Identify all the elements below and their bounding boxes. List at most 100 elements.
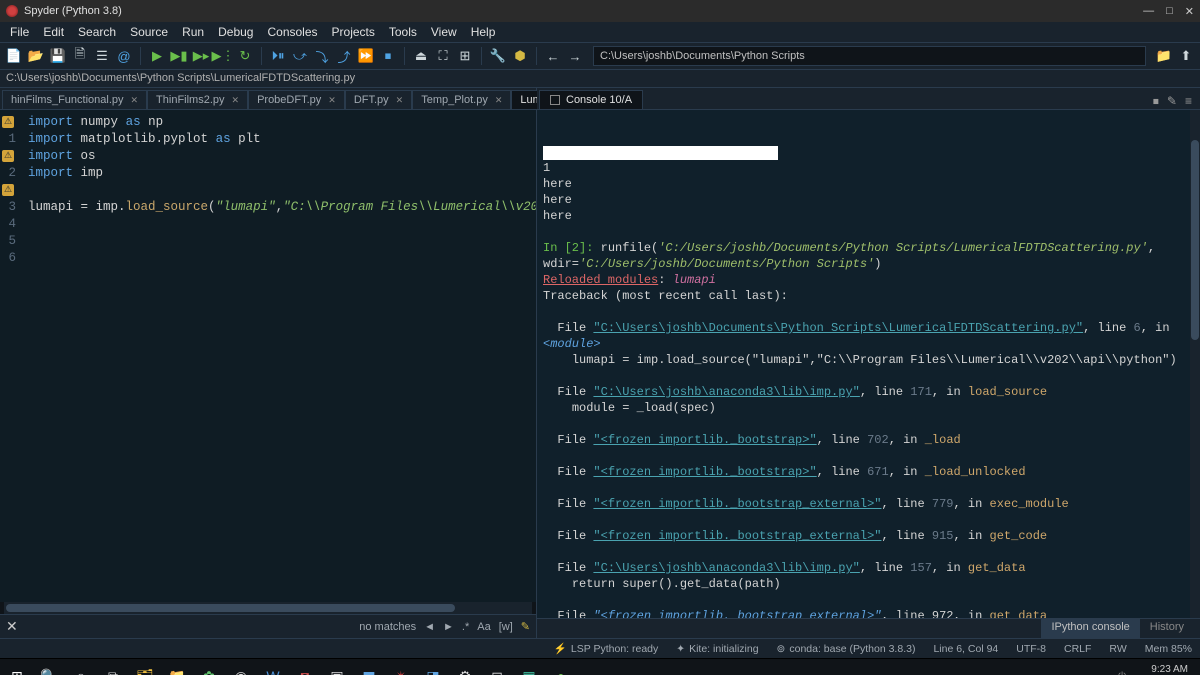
status-eol[interactable]: CRLF (1064, 643, 1091, 655)
close-tab-icon[interactable]: ✕ (396, 95, 404, 106)
console-vertical-scrollbar[interactable] (1190, 110, 1200, 618)
code-editor[interactable]: ⚠1⚠2⚠3456 import numpy as npimport matpl… (0, 110, 536, 602)
step-over-icon[interactable]: ⤻ (290, 46, 310, 66)
app-icon-1[interactable]: ✿ (196, 663, 222, 675)
find-status: no matches (359, 621, 416, 633)
editor-tab[interactable]: DFT.py✕ (345, 90, 412, 109)
folder-icon[interactable]: 📁 (164, 663, 190, 675)
task-view-icon[interactable]: ⧉ (100, 663, 126, 675)
rerun-icon[interactable]: ↻ (235, 46, 255, 66)
menu-tools[interactable]: Tools (383, 23, 423, 41)
close-tab-icon[interactable]: ✕ (131, 95, 139, 106)
editor-horizontal-scrollbar[interactable] (4, 602, 532, 614)
continue-icon[interactable]: ⏩ (356, 46, 376, 66)
find-prev-icon[interactable]: ◄ (424, 621, 435, 633)
menu-projects[interactable]: Projects (326, 23, 381, 41)
menu-view[interactable]: View (425, 23, 463, 41)
status-encoding[interactable]: UTF-8 (1016, 643, 1046, 655)
close-tab-icon[interactable]: ✕ (495, 95, 503, 106)
run-cell-advance-icon[interactable]: ▶▸ (191, 46, 211, 66)
save-all-icon[interactable]: 🗎 (70, 46, 90, 66)
cortana-icon[interactable]: ○ (68, 663, 94, 675)
case-icon[interactable]: Aa (477, 621, 490, 633)
spyder-taskbar-icon[interactable]: ✴ (388, 663, 414, 675)
parent-dir-icon[interactable]: ⬆ (1176, 46, 1196, 66)
tab-label: hinFilms_Functional.py (11, 94, 124, 106)
stop-icon[interactable]: ⏏ (411, 46, 431, 66)
close-find-icon[interactable]: ✕ (6, 618, 18, 635)
back-icon[interactable]: ← (543, 46, 563, 66)
find-next-icon[interactable]: ► (443, 621, 454, 633)
close-tab-icon[interactable]: ✕ (328, 95, 336, 106)
preferences-icon[interactable]: 🔧 (488, 46, 508, 66)
start-icon[interactable]: ⊞ (4, 663, 30, 675)
menu-run[interactable]: Run (176, 23, 210, 41)
history-tab[interactable]: History (1140, 619, 1194, 638)
ipython-console-tab[interactable]: IPython console (1041, 619, 1139, 638)
maximize-pane-icon[interactable]: ⛶ (433, 46, 453, 66)
app-icon-2[interactable]: ◘ (292, 663, 318, 675)
fullscreen-icon[interactable]: ⊞ (455, 46, 475, 66)
working-directory-input[interactable]: C:\Users\joshb\Documents\Python Scripts (593, 46, 1146, 66)
minimize-icon[interactable]: — (1143, 5, 1154, 18)
run-selection-icon[interactable]: ▶⋮ (213, 46, 233, 66)
highlight-icon[interactable]: ✎ (521, 620, 530, 633)
status-kite: ✦ Kite: initializing (676, 643, 758, 655)
open-file-icon[interactable]: 📂 (26, 46, 46, 66)
terminal-icon[interactable]: ▣ (324, 663, 350, 675)
app-icon-6[interactable]: ▦ (516, 663, 542, 675)
search-icon[interactable]: 🔍 (36, 663, 62, 675)
word-icon[interactable]: W (260, 663, 286, 675)
tab-label: ThinFilms2.py (156, 94, 224, 106)
app-icon-7[interactable]: ● (548, 663, 574, 675)
close-tab-icon[interactable]: ✕ (232, 95, 240, 106)
python-path-icon[interactable]: ⬢ (510, 46, 530, 66)
console-clear-icon[interactable]: ✎ (1167, 94, 1177, 109)
app-icon-4[interactable]: ◨ (420, 663, 446, 675)
settings-icon[interactable]: ⚙ (452, 663, 478, 675)
regex-icon[interactable]: .* (462, 621, 469, 633)
explorer-icon[interactable]: 🗂 (132, 663, 158, 675)
save-icon[interactable]: 💾 (48, 46, 68, 66)
tab-label: Temp_Plot.py (421, 94, 488, 106)
tab-label: ProbeDFT.py (257, 94, 321, 106)
maximize-icon[interactable]: □ (1166, 5, 1173, 18)
app-icon-5[interactable]: ◻ (484, 663, 510, 675)
stop-debug-icon[interactable]: ⏹ (378, 46, 398, 66)
browse-dir-icon[interactable]: 📁 (1154, 46, 1174, 66)
console-stop-icon[interactable]: ⏹ (1153, 94, 1159, 109)
windows-taskbar: ⊞ 🔍 ○ ⧉ 🗂 📁 ✿ ◉ W ◘ ▣ ⬒ ✴ ◨ ⚙ ◻ ▦ ● ⏻ 9:… (0, 658, 1200, 675)
menu-file[interactable]: File (4, 23, 35, 41)
editor-tab[interactable]: ProbeDFT.py ✕ (248, 90, 345, 109)
run-cell-icon[interactable]: ▶▮ (169, 46, 189, 66)
at-icon[interactable]: @ (114, 46, 134, 66)
new-file-icon[interactable]: 📄 (4, 46, 24, 66)
editor-tab[interactable]: Temp_Plot.py ✕ (412, 90, 511, 109)
forward-icon[interactable]: → (565, 46, 585, 66)
menu-debug[interactable]: Debug (212, 23, 259, 41)
debug-icon[interactable]: ⏵⏸ (268, 46, 288, 66)
menu-source[interactable]: Source (124, 23, 174, 41)
menu-consoles[interactable]: Consoles (261, 23, 323, 41)
ipython-console[interactable]: 1hereherehere In [2]: runfile('C:/Users/… (537, 110, 1200, 618)
console-window-icon (550, 95, 560, 105)
step-into-icon[interactable]: ⤵ (312, 46, 332, 66)
menu-help[interactable]: Help (465, 23, 502, 41)
app-icon-3[interactable]: ⬒ (356, 663, 382, 675)
editor-tab[interactable]: hinFilms_Functional.py ✕ (2, 90, 147, 109)
window-titlebar: Spyder (Python 3.8) — □ ✕ (0, 0, 1200, 22)
menu-edit[interactable]: Edit (37, 23, 70, 41)
status-conda[interactable]: ⊚ conda: base (Python 3.8.3) (777, 643, 916, 655)
chrome-icon[interactable]: ◉ (228, 663, 254, 675)
console-tab[interactable]: Console 10/A (539, 90, 643, 109)
step-out-icon[interactable]: ⤴ (334, 46, 354, 66)
status-cursor-pos: Line 6, Col 94 (933, 643, 998, 655)
menu-search[interactable]: Search (72, 23, 122, 41)
close-icon[interactable]: ✕ (1185, 5, 1194, 18)
editor-tab[interactable]: ThinFilms2.py ✕ (147, 90, 248, 109)
list-icon[interactable]: ☰ (92, 46, 112, 66)
whole-word-icon[interactable]: [w] (499, 621, 513, 633)
console-menu-icon[interactable]: ≡ (1185, 94, 1192, 109)
system-clock[interactable]: ⏻ 9:23 AM 2020-12-15 (1118, 664, 1196, 675)
run-icon[interactable]: ▶ (147, 46, 167, 66)
